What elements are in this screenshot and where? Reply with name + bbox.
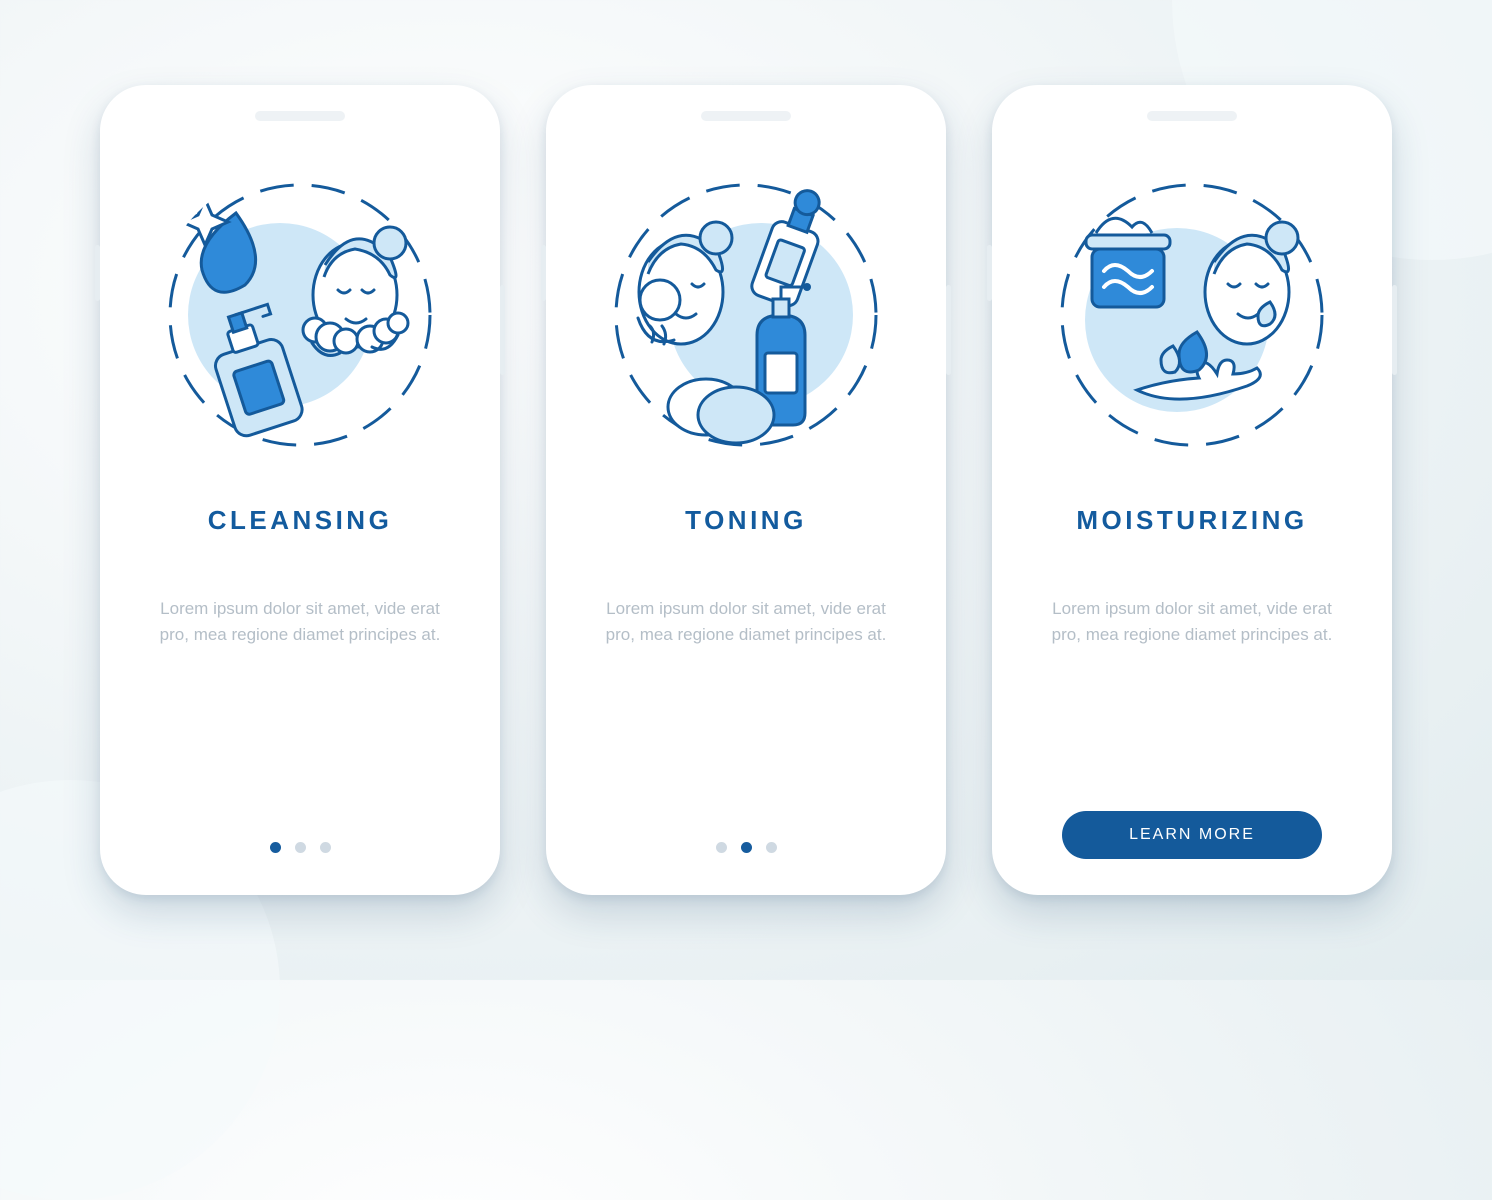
dot-2[interactable] <box>295 842 306 853</box>
cleansing-icon <box>150 165 450 465</box>
screen-description: Lorem ipsum dolor sit amet, vide erat pr… <box>596 596 896 647</box>
page-indicator <box>100 842 500 853</box>
screen-title: TONING <box>685 505 807 536</box>
dot-1[interactable] <box>716 842 727 853</box>
phone-side-button <box>95 245 100 301</box>
onboarding-screen-3: MOISTURIZING Lorem ipsum dolor sit amet,… <box>992 85 1392 895</box>
onboarding-screen-1: CLEANSING Lorem ipsum dolor sit amet, vi… <box>100 85 500 895</box>
onboarding-screen-2: TONING Lorem ipsum dolor sit amet, vide … <box>546 85 946 895</box>
phone-side-button <box>987 245 992 301</box>
dot-3[interactable] <box>766 842 777 853</box>
dot-3[interactable] <box>320 842 331 853</box>
page-indicator <box>546 842 946 853</box>
learn-more-button[interactable]: LEARN MORE <box>1062 811 1322 859</box>
phone-notch <box>1147 111 1237 121</box>
phone-side-button <box>946 285 951 375</box>
dot-2[interactable] <box>741 842 752 853</box>
screen-title: CLEANSING <box>208 505 393 536</box>
phone-side-button <box>500 285 505 375</box>
phone-notch <box>255 111 345 121</box>
screen-title: MOISTURIZING <box>1076 505 1307 536</box>
dot-1[interactable] <box>270 842 281 853</box>
screen-description: Lorem ipsum dolor sit amet, vide erat pr… <box>150 596 450 647</box>
screen-description: Lorem ipsum dolor sit amet, vide erat pr… <box>1042 596 1342 647</box>
onboarding-screens: CLEANSING Lorem ipsum dolor sit amet, vi… <box>100 85 1392 895</box>
phone-side-button <box>1392 285 1397 375</box>
phone-side-button <box>541 245 546 301</box>
toning-icon <box>596 165 896 465</box>
phone-notch <box>701 111 791 121</box>
moisturizing-icon <box>1042 165 1342 465</box>
